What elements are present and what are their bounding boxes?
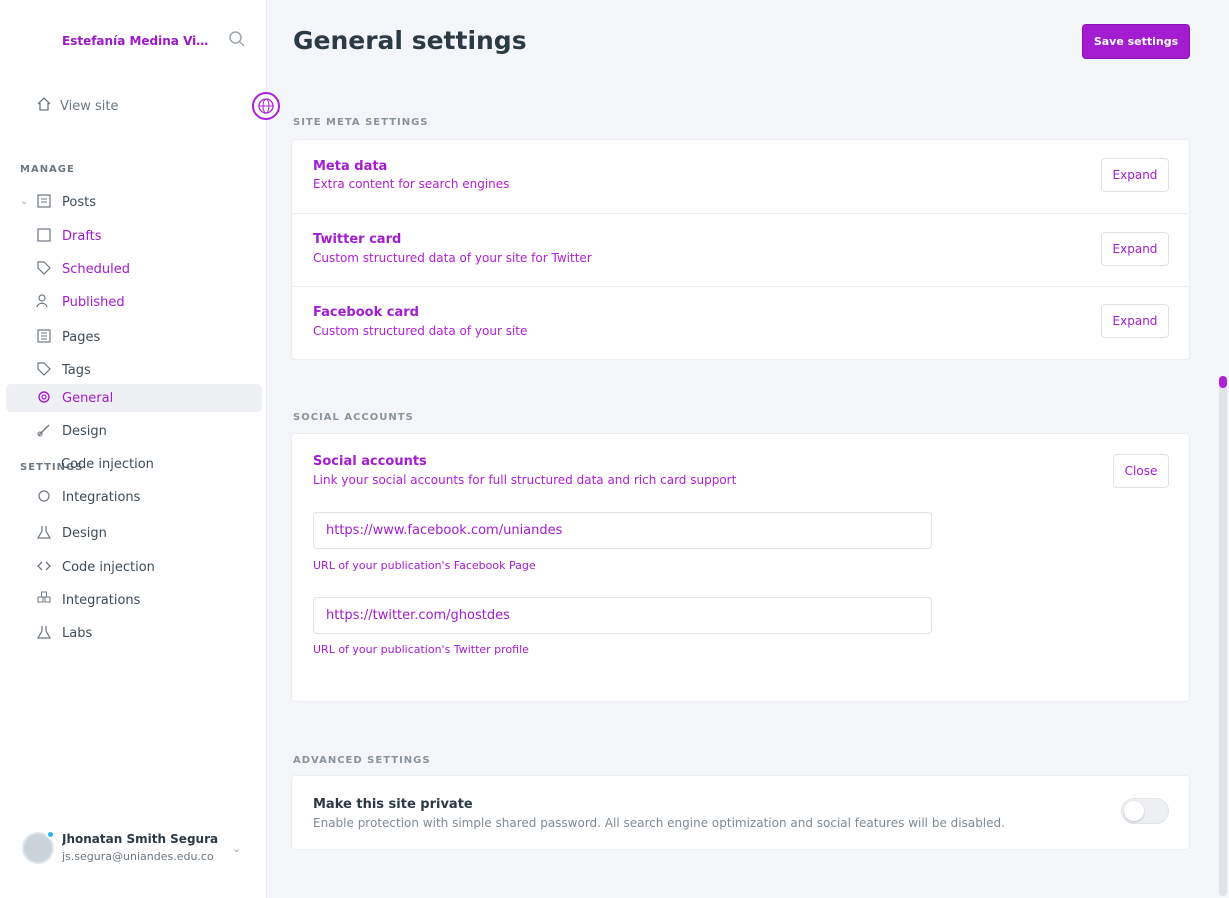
sidebar-item-label: Drafts — [62, 228, 102, 244]
social-group-label: SOCIAL ACCOUNTS — [293, 412, 414, 423]
row-title: Meta data — [313, 159, 388, 174]
private-desc: Enable protection with simple shared pas… — [313, 816, 1005, 830]
facebook-hint: URL of your publication's Facebook Page — [313, 559, 536, 572]
scrollbar-thumb[interactable] — [1219, 376, 1227, 388]
twitter-url-input[interactable]: https://twitter.com/ghostdes — [313, 597, 932, 634]
sidebar-item-posts[interactable]: Posts — [36, 190, 246, 214]
sidebar-item-drafts[interactable]: Drafts — [36, 224, 246, 248]
sidebar-item-label: Labs — [62, 625, 93, 641]
row-desc: Custom structured data of your site — [313, 324, 528, 338]
chevron-down-icon[interactable]: ⌄ — [20, 196, 28, 207]
expand-button[interactable]: Expand — [1101, 304, 1169, 338]
sidebar-item-label: Design — [62, 423, 107, 439]
meta-data-row: Meta data Extra content for search engin… — [292, 140, 1189, 214]
search-icon[interactable] — [228, 30, 250, 52]
sidebar-item-label: Integrations — [62, 592, 141, 608]
pages-icon — [36, 328, 54, 346]
expand-button[interactable]: Expand — [1101, 232, 1169, 266]
staff-icon — [36, 293, 54, 311]
gear-icon — [36, 389, 54, 407]
row-title: Facebook card — [313, 305, 419, 320]
brush-icon — [36, 422, 54, 440]
private-toggle[interactable] — [1121, 798, 1169, 824]
facebook-url-input[interactable]: https://www.facebook.com/uniandes — [313, 512, 932, 549]
sidebar-item-label: Pages — [62, 329, 101, 345]
sidebar-item-tags[interactable]: Tags — [36, 358, 246, 382]
social-desc: Link your social accounts for full struc… — [313, 473, 737, 487]
close-button[interactable]: Close — [1113, 454, 1169, 488]
view-site-label: View site — [60, 98, 119, 114]
twitter-hint: URL of your publication's Twitter profil… — [313, 643, 529, 656]
sidebar-item-label: Design — [62, 525, 107, 541]
sidebar-item-code-injection-ghost[interactable]: Code injection — [61, 452, 241, 476]
sidebar-item-code-injection[interactable]: Code injection — [36, 555, 246, 579]
flask-icon — [36, 624, 54, 642]
save-button[interactable]: Save settings — [1082, 24, 1190, 59]
tag-icon — [36, 361, 54, 379]
toggle-knob — [1124, 801, 1144, 821]
status-dot — [46, 830, 55, 839]
sidebar-item-design-2[interactable]: Design — [36, 521, 246, 545]
meta-group-label: SITE META SETTINGS — [293, 117, 429, 128]
sidebar-item-label: Code injection — [62, 559, 155, 575]
expand-button[interactable]: Expand — [1101, 158, 1169, 192]
integrations-icon — [36, 488, 54, 506]
code-icon — [36, 558, 54, 576]
sidebar-item-design[interactable]: Design — [36, 419, 246, 443]
globe-icon[interactable] — [252, 92, 280, 120]
sidebar-item-label: Scheduled — [62, 261, 130, 277]
user-email: js.segura@uniandes.edu.co — [62, 850, 214, 863]
sidebar-item-label: Code injection — [61, 456, 154, 472]
chevron-down-icon[interactable]: ⌄ — [232, 842, 241, 855]
sidebar-item-label: General — [62, 390, 114, 406]
tag-icon — [36, 260, 54, 278]
sidebar-item-general[interactable]: General — [36, 386, 246, 410]
view-site-link[interactable]: View site — [36, 94, 216, 118]
sidebar: Estefanía Medina Villa View site MANAGE … — [0, 0, 267, 898]
advanced-settings-card: Make this site private Enable protection… — [291, 775, 1190, 850]
social-accounts-card: Social accounts Link your social account… — [291, 433, 1190, 702]
user-name: Jhonatan Smith Segura — [62, 832, 219, 846]
sidebar-item-labs[interactable]: Labs — [36, 621, 246, 645]
integrations-icon — [36, 591, 54, 609]
site-header: Estefanía Medina Villa — [62, 30, 252, 52]
scrollbar[interactable] — [1219, 376, 1227, 896]
sidebar-item-integrations[interactable]: Integrations — [36, 588, 246, 612]
sidebar-item-pages[interactable]: Pages — [36, 325, 246, 349]
twitter-card-row: Twitter card Custom structured data of y… — [292, 214, 1189, 287]
private-title: Make this site private — [313, 797, 473, 812]
manage-section-label: MANAGE — [20, 164, 75, 175]
labs-icon — [36, 524, 54, 542]
sidebar-item-scheduled[interactable]: Scheduled — [36, 257, 246, 281]
drafts-icon — [36, 227, 54, 245]
sidebar-item-published[interactable]: Published — [36, 290, 246, 314]
sidebar-item-label: Integrations — [62, 489, 141, 505]
user-menu[interactable]: Jhonatan Smith Segura js.segura@uniandes… — [22, 828, 252, 868]
sidebar-item-label: Published — [62, 294, 125, 310]
page-title: General settings — [293, 26, 527, 55]
row-title: Twitter card — [313, 232, 402, 247]
advanced-group-label: ADVANCED SETTINGS — [293, 755, 431, 766]
sidebar-item-label: Tags — [62, 362, 91, 378]
row-desc: Extra content for search engines — [313, 177, 510, 191]
meta-settings-card: Meta data Extra content for search engin… — [291, 139, 1190, 360]
sidebar-item-label: Posts — [62, 194, 96, 210]
facebook-card-row: Facebook card Custom structured data of … — [292, 287, 1189, 361]
home-icon — [36, 96, 52, 116]
posts-icon — [36, 193, 54, 211]
sidebar-item-integrations-ghost[interactable]: Integrations — [36, 485, 246, 509]
site-title[interactable]: Estefanía Medina Villa — [62, 34, 212, 48]
social-title: Social accounts — [313, 454, 427, 469]
row-desc: Custom structured data of your site for … — [313, 251, 592, 265]
